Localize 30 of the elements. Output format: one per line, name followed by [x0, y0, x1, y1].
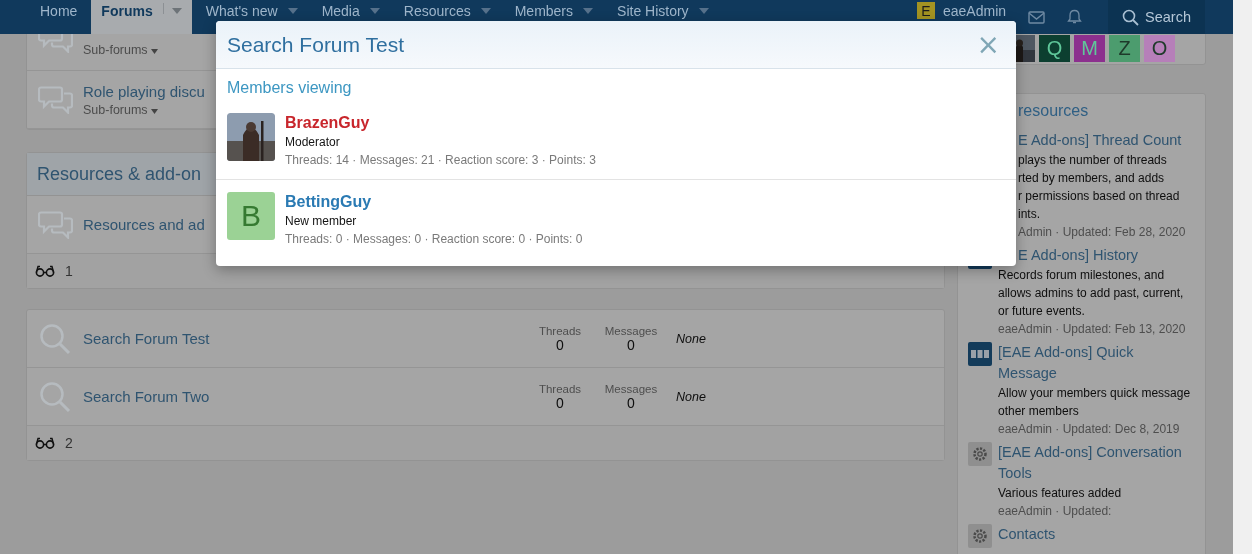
user-avatar: E	[917, 2, 935, 19]
last-post: None	[676, 331, 706, 346]
stat-label: Messages	[604, 324, 658, 337]
stat-label: Messages	[604, 382, 658, 395]
resource-description: ints.	[1017, 206, 1041, 223]
stat-value: 0	[556, 394, 564, 411]
section-title: Members viewing	[227, 79, 352, 96]
resource-meta: eaeAdmin · Updated: Dec 8, 2019	[998, 421, 1181, 438]
resource-description: Records forum milestones, and allows admins to add past, current, or future events.	[998, 267, 1185, 320]
resource-description: rted by members, and adds	[1017, 170, 1166, 187]
resource-meta: eaeAdmin · Updated:	[998, 503, 1113, 520]
stat-value: 0	[627, 336, 635, 353]
resource-meta: eaeAdmin · Updated: Feb 13, 2020	[998, 321, 1187, 338]
viewer-count: 2	[65, 435, 73, 451]
stat-value: 0	[627, 394, 635, 411]
resource-description: plays the number of threads	[1017, 152, 1168, 169]
stat-label: Threads	[538, 324, 582, 337]
resource-meta: Admin · Updated: Feb 28, 2020	[1017, 224, 1187, 241]
last-post: None	[676, 389, 706, 404]
user-stats: Threads: 0 · Messages: 0 · Reaction score: 0 · Points: 0	[285, 231, 583, 248]
stat-value: 0	[556, 336, 564, 353]
user-stats: Threads: 14 · Messages: 21 · Reaction score: 3 · Points: 3	[285, 152, 596, 169]
user-title: New member	[285, 213, 358, 230]
resource-description: Allow your members quick message other members	[998, 385, 1192, 420]
user-title: Moderator	[285, 134, 341, 151]
resource-description: r permissions based on thread	[1017, 188, 1181, 205]
resource-description: Various features added	[998, 485, 1123, 502]
viewer-count: 1	[65, 263, 73, 279]
dialog-title: Search Forum Test	[227, 32, 404, 57]
stat-label: Threads	[538, 382, 582, 395]
